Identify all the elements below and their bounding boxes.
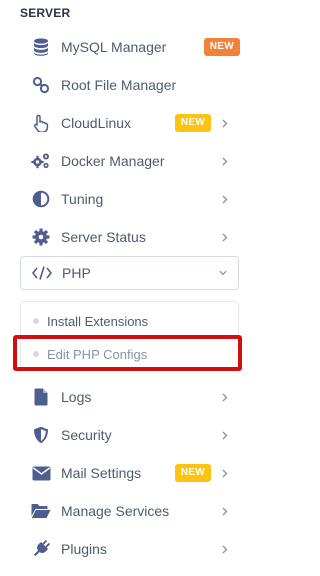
menu-item-manage-services[interactable]: Manage Services [20,495,240,527]
menu-item-label: Tuning [61,191,104,207]
menu-item-label: Root File Manager [61,77,177,93]
menu-item-root-file-manager[interactable]: Root File Manager [20,69,240,101]
chevron-right-icon [221,507,229,515]
menu-item-label: Docker Manager [61,153,165,169]
plug-icon [31,539,51,559]
file-icon [31,387,51,407]
section-title: SERVER [20,6,71,20]
php-submenu: Install Extensions Edit PHP Configs [20,301,239,373]
chevron-right-icon [221,545,229,553]
database-icon [31,37,51,57]
bullet-icon [33,351,39,357]
submenu-item-label: Install Extensions [47,313,149,329]
menu-item-label: CloudLinux [61,115,132,131]
menu-item-docker-manager[interactable]: Docker Manager [20,145,240,177]
menu-item-tuning[interactable]: Tuning [20,183,240,215]
gear-icon [31,227,51,247]
chevron-right-icon [221,431,229,439]
envelope-icon [31,463,51,483]
menu-item-label: MySQL Manager [61,39,167,55]
menu-item-label: Server Status [61,229,146,245]
chevron-right-icon [221,119,229,127]
chevron-right-icon [221,233,229,241]
submenu-item-install-extensions[interactable]: Install Extensions [33,309,148,333]
submenu-item-edit-php-configs[interactable]: Edit PHP Configs [33,342,147,366]
bullet-icon [33,318,39,324]
new-badge: NEW [174,114,211,132]
folder-open-icon [31,501,51,521]
menu-item-label: Mail Settings [61,465,142,481]
code-icon [32,263,52,283]
menu-item-cloudlinux[interactable]: CloudLinux NEW [20,107,240,139]
menu-item-server-status[interactable]: Server Status [20,221,240,253]
menu-item-label: Logs [61,389,92,405]
new-badge: NEW [174,464,211,482]
cogs-icon [31,151,51,171]
menu-item-label: PHP [62,265,91,281]
hand-pointer-icon [31,113,51,133]
new-badge: NEW [203,38,240,56]
link-icon [31,75,51,95]
adjust-icon [31,189,51,209]
chevron-right-icon [221,157,229,165]
menu-item-mail-settings[interactable]: Mail Settings NEW [20,457,240,489]
menu-item-plugins[interactable]: Plugins [20,533,240,565]
shield-icon [31,425,51,445]
menu-item-php[interactable]: PHP [20,256,239,290]
menu-item-mysql-manager[interactable]: MySQL Manager NEW [20,31,240,63]
chevron-right-icon [221,469,229,477]
chevron-right-icon [221,393,229,401]
menu-item-security[interactable]: Security [20,419,240,451]
chevron-right-icon [221,195,229,203]
menu-item-label: Plugins [61,541,107,557]
menu-item-label: Security [61,427,112,443]
menu-item-logs[interactable]: Logs [20,381,240,413]
submenu-item-label: Edit PHP Configs [47,346,148,362]
chevron-down-icon [219,269,227,277]
menu-item-label: Manage Services [61,503,170,519]
